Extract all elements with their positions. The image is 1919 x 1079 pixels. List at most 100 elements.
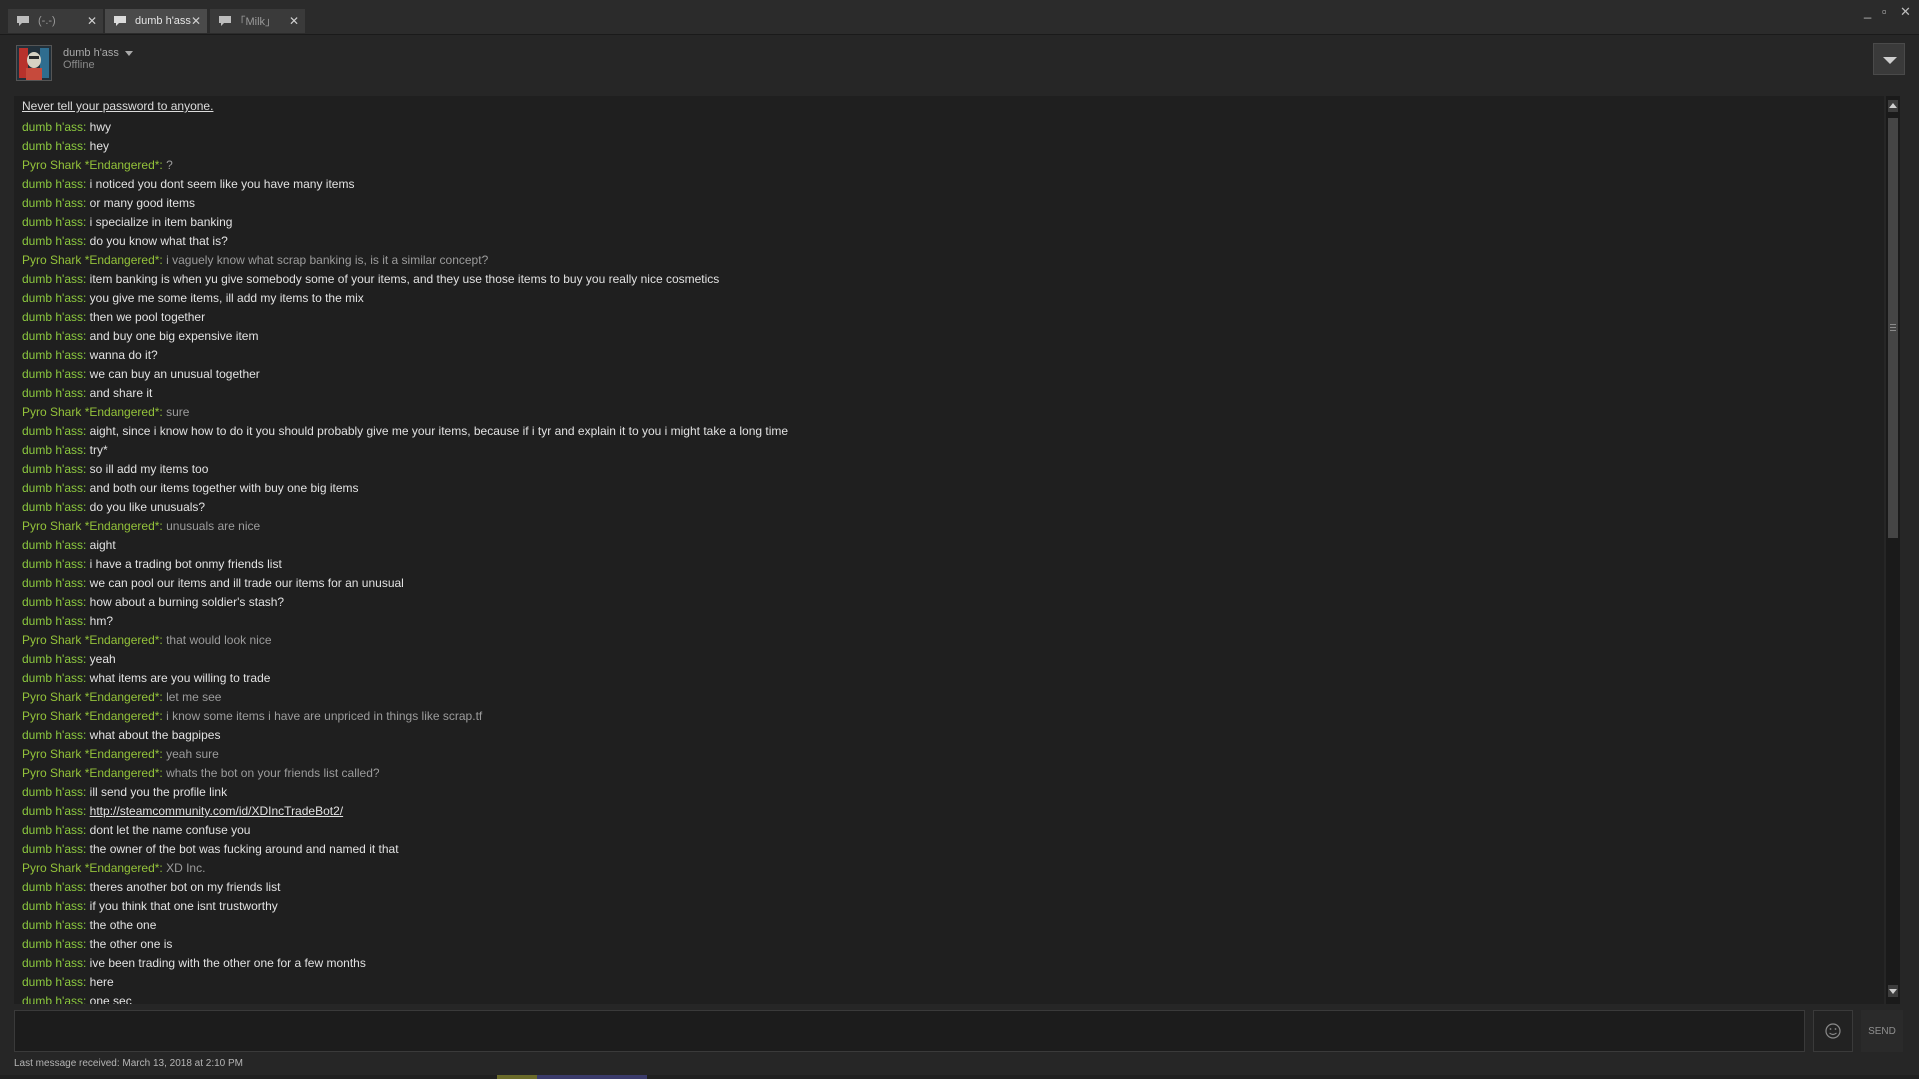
sender-separator: : [83,386,90,400]
message-sender[interactable]: dumb h'ass [22,880,83,894]
message-sender[interactable]: dumb h'ass [22,272,83,286]
chat-message: Pyro Shark *Endangered*: ? [22,156,788,175]
message-sender[interactable]: dumb h'ass [22,120,83,134]
message-text: then we pool together [89,310,206,324]
message-sender[interactable]: dumb h'ass [22,386,83,400]
sender-separator: : [83,823,90,837]
sender-separator: : [83,994,90,1004]
message-sender[interactable]: dumb h'ass [22,804,83,818]
message-sender[interactable]: Pyro Shark *Endangered* [22,709,159,723]
chat-message: dumb h'ass: hwy [22,118,788,137]
close-tab-icon[interactable]: ✕ [191,14,201,28]
message-sender[interactable]: dumb h'ass [22,234,83,248]
message-sender[interactable]: dumb h'ass [22,956,83,970]
sender-separator: : [83,671,90,685]
message-sender[interactable]: Pyro Shark *Endangered* [22,519,159,533]
sender-separator: : [83,367,90,381]
sender-separator: : [83,462,90,476]
message-sender[interactable]: dumb h'ass [22,652,83,666]
sender-separator: : [83,576,90,590]
chat-message: dumb h'ass: how about a burning soldier'… [22,593,788,612]
sender-separator: : [83,272,90,286]
message-sender[interactable]: dumb h'ass [22,785,83,799]
message-sender[interactable]: dumb h'ass [22,481,83,495]
scroll-up-button[interactable] [1888,100,1898,112]
message-sender[interactable]: dumb h'ass [22,538,83,552]
message-sender[interactable]: Pyro Shark *Endangered* [22,861,159,875]
message-sender[interactable]: dumb h'ass [22,329,83,343]
message-sender[interactable]: dumb h'ass [22,424,83,438]
message-sender[interactable]: dumb h'ass [22,576,83,590]
chat-options-button[interactable] [1873,43,1905,75]
message-link[interactable]: http://steamcommunity.com/id/XDIncTradeB… [90,804,343,818]
sender-separator: : [83,120,90,134]
chat-log[interactable]: Never tell your password to anyone. dumb… [14,96,1884,1004]
message-input[interactable] [14,1010,1805,1052]
message-sender[interactable]: dumb h'ass [22,291,83,305]
message-sender[interactable]: dumb h'ass [22,671,83,685]
message-sender[interactable]: dumb h'ass [22,595,83,609]
chat-message: dumb h'ass: the other one is [22,935,788,954]
message-text: hwy [89,120,112,134]
chat-message: dumb h'ass: ill send you the profile lin… [22,783,788,802]
message-sender[interactable]: dumb h'ass [22,462,83,476]
send-button[interactable]: SEND [1861,1010,1903,1052]
chat-message: Pyro Shark *Endangered*: let me see [22,688,788,707]
message-sender[interactable]: Pyro Shark *Endangered* [22,747,159,761]
message-sender[interactable]: dumb h'ass [22,975,83,989]
message-text: whats the bot on your friends list calle… [166,766,380,780]
avatar[interactable] [16,45,52,81]
message-sender[interactable]: Pyro Shark *Endangered* [22,766,159,780]
message-sender[interactable]: dumb h'ass [22,823,83,837]
message-sender[interactable]: dumb h'ass [22,367,83,381]
message-sender[interactable]: dumb h'ass [22,728,83,742]
message-text: i vaguely know what scrap banking is, is… [166,253,489,267]
message-sender[interactable]: dumb h'ass [22,443,83,457]
chat-message: dumb h'ass: ive been trading with the ot… [22,954,788,973]
chat-message: Pyro Shark *Endangered*: sure [22,403,788,422]
message-sender[interactable]: Pyro Shark *Endangered* [22,690,159,704]
chat-message: Pyro Shark *Endangered*: i know some ite… [22,707,788,726]
tab-chat-3[interactable]: ｢Milk｣ ✕ [210,9,305,33]
friend-name-dropdown[interactable]: dumb h'ass [63,47,133,59]
message-sender[interactable]: dumb h'ass [22,918,83,932]
message-sender[interactable]: dumb h'ass [22,899,83,913]
emoticon-button[interactable] [1813,1010,1853,1052]
message-sender[interactable]: dumb h'ass [22,994,83,1004]
message-sender[interactable]: dumb h'ass [22,196,83,210]
message-text: the owner of the bot was fucking around … [89,842,399,856]
message-sender[interactable]: dumb h'ass [22,937,83,951]
message-sender[interactable]: dumb h'ass [22,139,83,153]
close-tab-icon[interactable]: ✕ [289,14,299,28]
message-sender[interactable]: dumb h'ass [22,348,83,362]
taskbar-item [537,1075,647,1079]
message-sender[interactable]: Pyro Shark *Endangered* [22,253,159,267]
friend-status: Offline [63,59,95,71]
message-sender[interactable]: Pyro Shark *Endangered* [22,405,159,419]
message-sender[interactable]: dumb h'ass [22,842,83,856]
message-sender[interactable]: dumb h'ass [22,614,83,628]
chevron-down-icon [124,50,133,56]
message-sender[interactable]: dumb h'ass [22,500,83,514]
sender-separator: : [83,880,90,894]
message-text: i know some items i have are unpriced in… [166,709,483,723]
tab-chat-1[interactable]: (-.-) ✕ [8,9,103,33]
maximize-button[interactable]: ▫ [1882,4,1887,19]
sender-separator: : [83,310,90,324]
message-text: we can pool our items and ill trade our … [89,576,404,590]
message-sender[interactable]: dumb h'ass [22,177,83,191]
chat-message: dumb h'ass: dont let the name confuse yo… [22,821,788,840]
tab-chat-2[interactable]: dumb h'ass ✕ [105,9,207,33]
sender-separator: : [83,975,90,989]
message-sender[interactable]: dumb h'ass [22,557,83,571]
close-window-button[interactable]: ✕ [1900,4,1911,20]
message-sender[interactable]: Pyro Shark *Endangered* [22,633,159,647]
security-notice: Never tell your password to anyone. [22,99,214,113]
message-sender[interactable]: Pyro Shark *Endangered* [22,158,159,172]
message-sender[interactable]: dumb h'ass [22,215,83,229]
message-text: try* [89,443,108,457]
minimize-button[interactable]: _ [1864,4,1871,19]
message-sender[interactable]: dumb h'ass [22,310,83,324]
scroll-down-button[interactable] [1888,985,1898,997]
close-tab-icon[interactable]: ✕ [87,14,97,28]
